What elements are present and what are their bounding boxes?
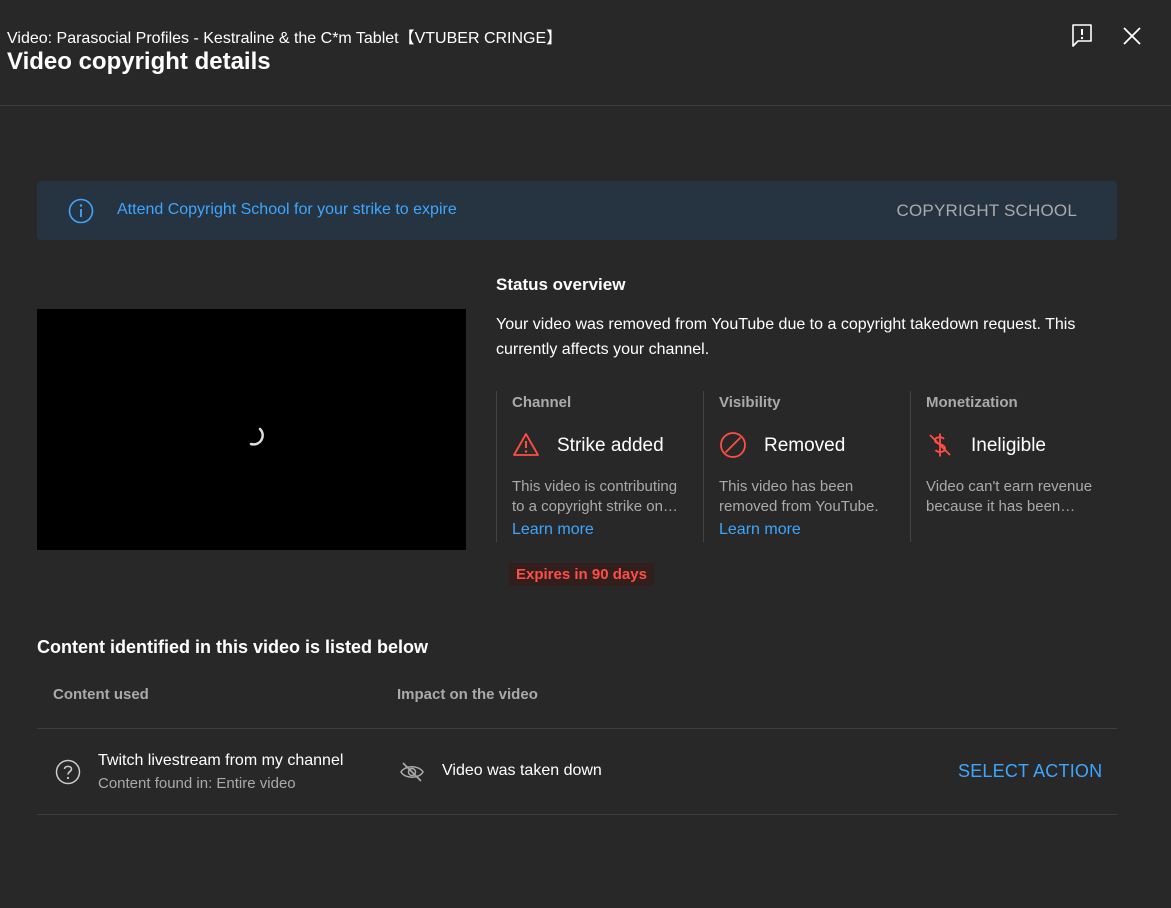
column-description: This video has been removed from YouTube…	[719, 477, 897, 517]
channel-status-column: Channel Strike added This video is contr…	[496, 391, 703, 542]
strike-status: Strike added	[557, 435, 664, 456]
copyright-school-banner: Attend Copyright School for your strike …	[37, 181, 1117, 240]
column-label: Channel	[512, 394, 572, 411]
monetization-status: Ineligible	[971, 435, 1046, 456]
copyright-school-button[interactable]: COPYRIGHT SCHOOL	[897, 201, 1077, 221]
monetization-status-column: Monetization Ineligible Video can't earn…	[910, 391, 1117, 542]
status-overview-heading: Status overview	[496, 275, 626, 294]
visibility-status: Removed	[764, 435, 846, 456]
visibility-status-column: Visibility Removed This video has been r…	[703, 391, 910, 542]
description-line: This video has been	[719, 478, 854, 495]
blocked-circle-icon	[719, 431, 747, 459]
question-circle-icon	[55, 759, 81, 785]
column-description: Video can't earn revenue because it has …	[926, 477, 1104, 517]
description-line: Video can't earn revenue	[926, 478, 1093, 495]
dollar-off-icon	[926, 431, 954, 459]
description-line: This video is contributing	[512, 478, 678, 495]
video-title: Video: Parasocial Profiles - Kestraline …	[7, 30, 563, 47]
learn-more-link[interactable]: Learn more	[512, 521, 594, 539]
eye-off-icon	[399, 760, 425, 784]
spinner-icon	[242, 423, 268, 449]
column-header-content-used: Content used	[53, 686, 149, 703]
video-player[interactable]	[37, 309, 466, 550]
dialog-title: Video copyright details	[7, 48, 271, 75]
impact-description: Video was taken down	[442, 762, 602, 779]
content-title: Twitch livestream from my channel	[98, 752, 344, 769]
column-header-impact: Impact on the video	[397, 686, 538, 703]
strike-expiry-badge: Expires in 90 days	[509, 563, 654, 586]
banner-message: Attend Copyright School for your strike …	[117, 201, 457, 218]
table-divider	[37, 814, 1117, 815]
description-line: removed from YouTube.	[719, 498, 879, 515]
warning-triangle-icon	[512, 431, 540, 459]
feedback-flag-icon[interactable]	[1068, 22, 1096, 50]
description-line: because it has been…	[926, 498, 1076, 515]
dialog-header: Video: Parasocial Profiles - Kestraline …	[0, 0, 1171, 106]
status-description: Your video was removed from YouTube due …	[496, 316, 1076, 358]
description-line: to a copyright strike on…	[512, 498, 678, 515]
table-divider	[37, 728, 1117, 729]
learn-more-link[interactable]: Learn more	[719, 521, 801, 539]
close-icon[interactable]	[1118, 22, 1146, 50]
column-label: Monetization	[926, 394, 1018, 411]
column-label: Visibility	[719, 394, 781, 411]
content-found-in: Content found in: Entire video	[98, 775, 296, 792]
content-heading: Content identified in this video is list…	[37, 637, 429, 657]
column-description: This video is contributing to a copyrigh…	[512, 477, 690, 517]
info-icon	[68, 198, 94, 224]
select-action-button[interactable]: SELECT ACTION	[958, 761, 1102, 782]
